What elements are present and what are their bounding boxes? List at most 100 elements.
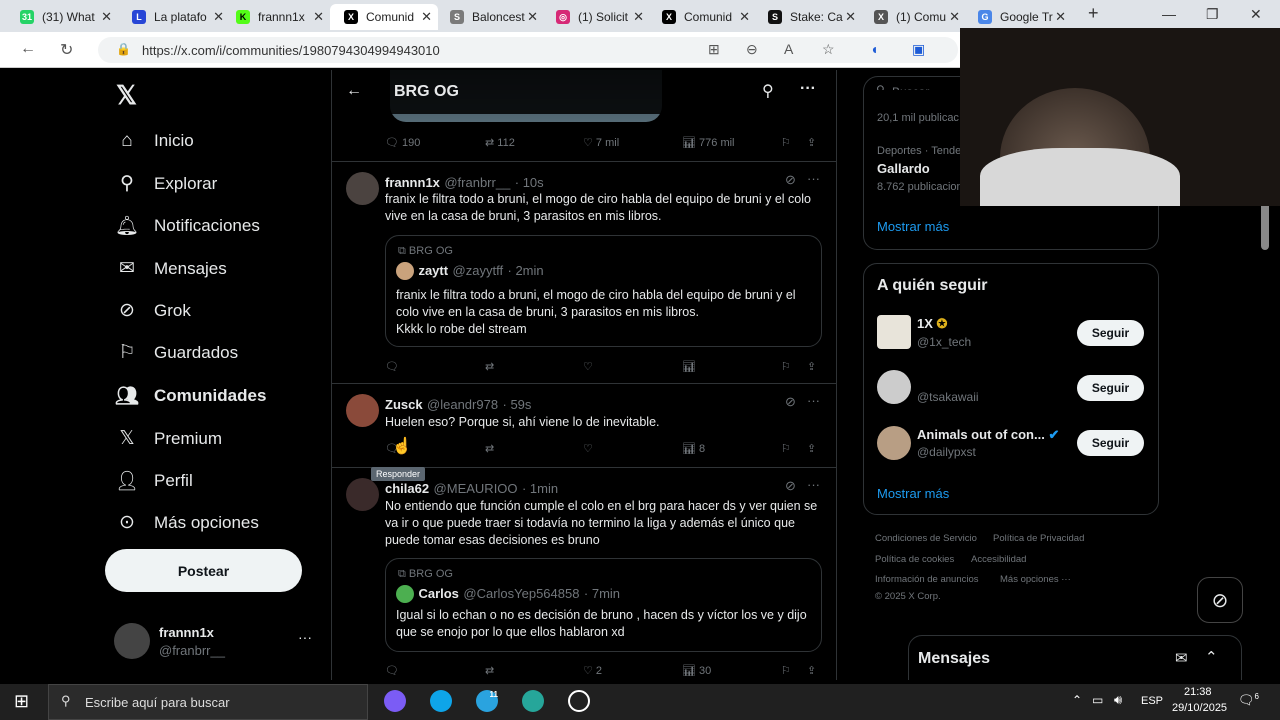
browser-tab[interactable]: X Comunid ✕ bbox=[648, 4, 756, 30]
grok-icon[interactable]: ⊘ bbox=[785, 478, 796, 494]
search-icon[interactable]: ⚲ bbox=[762, 81, 774, 101]
close-tab-icon[interactable]: ✕ bbox=[739, 9, 750, 25]
post-button[interactable]: Postear bbox=[105, 549, 302, 592]
sidebar-item-explorar[interactable]: ⚲ Explorar bbox=[114, 172, 217, 195]
grok-floating-icon[interactable]: ⊘ bbox=[1197, 577, 1243, 623]
footer-link[interactable]: Condiciones de Servicio bbox=[875, 533, 977, 544]
avatar[interactable] bbox=[346, 478, 379, 511]
close-tab-icon[interactable]: ✕ bbox=[421, 9, 432, 25]
more-dots-icon[interactable]: ··· bbox=[298, 629, 312, 645]
browser-tab-active[interactable]: X Comunid ✕ bbox=[330, 4, 438, 30]
close-tab-icon[interactable]: ✕ bbox=[101, 9, 112, 25]
telegram-icon[interactable]: 11 bbox=[476, 690, 498, 712]
discord-icon[interactable] bbox=[384, 690, 406, 712]
views-button[interactable]: 📊︎ 30 bbox=[682, 664, 711, 677]
follow-button[interactable]: Seguir bbox=[1077, 430, 1144, 456]
close-tab-icon[interactable]: ✕ bbox=[313, 9, 324, 25]
close-tab-icon[interactable]: ✕ bbox=[949, 9, 960, 25]
avatar[interactable] bbox=[346, 172, 379, 205]
extension-icon[interactable]: ◖ bbox=[870, 41, 878, 57]
sidebar-item-perfil[interactable]: 👤︎ Perfil bbox=[114, 469, 193, 493]
sidebar-item-inicio[interactable]: ⌂ Inicio bbox=[114, 130, 193, 152]
follow-button[interactable]: Seguir bbox=[1077, 320, 1144, 346]
follow-button[interactable]: Seguir bbox=[1077, 375, 1144, 401]
like-button[interactable]: ♡ 7 mil bbox=[583, 136, 619, 149]
back-arrow-icon[interactable]: ← bbox=[20, 40, 36, 58]
reply-button[interactable]: 🗨︎ bbox=[385, 360, 399, 373]
bookmark-icon[interactable]: ⚐ bbox=[781, 360, 791, 373]
trend-name[interactable]: Gallardo bbox=[877, 161, 930, 176]
close-tab-icon[interactable]: ✕ bbox=[1055, 9, 1066, 25]
minimize-icon[interactable]: — bbox=[1162, 6, 1176, 22]
browser-tab[interactable]: ◎ (1) Solicit ✕ bbox=[542, 4, 650, 30]
edge-dev-icon[interactable] bbox=[522, 690, 544, 712]
x-logo-icon[interactable]: 𝕏 bbox=[116, 80, 137, 111]
footer-link[interactable]: Accesibilidad bbox=[971, 554, 1026, 565]
grok-icon[interactable]: ⊘ bbox=[785, 394, 796, 410]
new-tab-icon[interactable]: + bbox=[1088, 3, 1099, 24]
views-button[interactable]: 📊︎ 8 bbox=[682, 442, 705, 455]
sidebar-item-guardados[interactable]: ⚐ Guardados bbox=[114, 341, 238, 364]
footer-link[interactable]: Más opciones ··· bbox=[1000, 574, 1071, 585]
repost-button[interactable]: ⇄ 112 bbox=[485, 136, 515, 149]
avatar[interactable] bbox=[346, 394, 379, 427]
favorite-star-icon[interactable]: ☆ bbox=[822, 41, 835, 58]
repost-button[interactable]: ⇄ bbox=[485, 442, 494, 455]
sidebar-item-comunidades[interactable]: 👥︎ Comunidades bbox=[114, 384, 266, 408]
footer-link[interactable]: Información de anuncios bbox=[875, 574, 979, 585]
chevron-up-icon[interactable]: ⌃ bbox=[1072, 693, 1082, 707]
views-button[interactable]: 📊︎ bbox=[682, 360, 696, 373]
share-icon[interactable]: ⇪ bbox=[807, 136, 816, 149]
notification-icon[interactable]: 🗨︎6 bbox=[1238, 692, 1259, 708]
quoted-post[interactable]: ⧉ BRG OG Carlos @CarlosYep564858 · 7min … bbox=[385, 558, 822, 652]
back-arrow-icon[interactable]: ← bbox=[346, 82, 362, 100]
browser-tab[interactable]: 31 (31) What ✕ bbox=[6, 4, 118, 30]
restore-icon[interactable]: ❐ bbox=[1206, 6, 1219, 23]
like-button[interactable]: ♡ bbox=[583, 360, 593, 373]
close-tab-icon[interactable]: ✕ bbox=[527, 9, 538, 25]
repost-button[interactable]: ⇄ bbox=[485, 664, 494, 677]
bookmark-icon[interactable]: ⚐ bbox=[781, 442, 791, 455]
extension-icon[interactable]: ▣ bbox=[912, 41, 925, 58]
more-dots-icon[interactable]: ··· bbox=[807, 171, 820, 186]
browser-tab[interactable]: X (1) Comu ✕ bbox=[860, 4, 966, 30]
like-button[interactable]: ♡ 2 bbox=[583, 664, 602, 677]
views-button[interactable]: 📊︎ 776 mil bbox=[682, 136, 735, 149]
more-dots-icon[interactable]: ··· bbox=[800, 80, 816, 98]
reply-button[interactable]: 🗨︎ 190 bbox=[385, 136, 420, 149]
bookmark-icon[interactable]: ⚐ bbox=[781, 136, 791, 149]
zoom-icon[interactable]: ⊖ bbox=[746, 41, 758, 58]
post[interactable]: 🗨︎ 190 ⇄ 112 ♡ 7 mil 📊︎ 776 mil ⚐ ⇪ bbox=[332, 114, 836, 162]
show-more-link[interactable]: Mostrar más bbox=[877, 219, 949, 234]
post[interactable]: frannn1x @franbrr__ · 10s ⊘ ··· franix l… bbox=[332, 162, 836, 384]
expand-icon[interactable]: ⌃ bbox=[1205, 648, 1218, 666]
network-icon[interactable]: ▭ bbox=[1092, 693, 1103, 707]
clock-time[interactable]: 21:38 bbox=[1184, 686, 1212, 698]
repost-button[interactable]: ⇄ bbox=[485, 360, 494, 373]
close-window-icon[interactable]: ✕ bbox=[1250, 6, 1262, 23]
browser-tab[interactable]: G Google Tr ✕ bbox=[964, 4, 1072, 30]
share-icon[interactable]: ⇪ bbox=[807, 664, 816, 677]
show-more-link[interactable]: Mostrar más bbox=[877, 486, 949, 501]
edge-icon[interactable] bbox=[430, 690, 452, 712]
reply-button[interactable]: 🗨︎ bbox=[385, 664, 399, 677]
browser-tab[interactable]: L La platafo ✕ bbox=[118, 4, 230, 30]
close-tab-icon[interactable]: ✕ bbox=[845, 9, 856, 25]
language-indicator[interactable]: ESP bbox=[1141, 695, 1163, 707]
quoted-post[interactable]: ⧉ BRG OG zaytt @zayytff · 2min franix le… bbox=[385, 235, 822, 347]
volume-icon[interactable]: 🔊︎ bbox=[1114, 692, 1122, 708]
sidebar-item-notificaciones[interactable]: 🔔︎ Notificaciones bbox=[114, 214, 260, 238]
sidebar-item-grok[interactable]: ⊘ Grok bbox=[114, 299, 191, 322]
browser-tab[interactable]: S Stake: Ca ✕ bbox=[754, 4, 862, 30]
more-dots-icon[interactable]: ··· bbox=[807, 477, 820, 492]
bookmark-icon[interactable]: ⚐ bbox=[781, 664, 791, 677]
footer-link[interactable]: Política de cookies bbox=[875, 554, 954, 565]
share-icon[interactable]: ⇪ bbox=[807, 360, 816, 373]
footer-link[interactable]: Política de Privacidad bbox=[993, 533, 1084, 544]
browser-tab[interactable]: Kfrannn1x ✕ bbox=[222, 4, 330, 30]
sidebar-item-premium[interactable]: 𝕏 Premium bbox=[114, 427, 222, 450]
windows-start-icon[interactable]: ⊞ bbox=[14, 691, 29, 712]
sidebar-item-mas-opciones[interactable]: ⊙ Más opciones bbox=[114, 511, 259, 534]
grok-icon[interactable]: ⊘ bbox=[785, 172, 796, 188]
new-message-icon[interactable]: ✉ bbox=[1175, 649, 1188, 667]
